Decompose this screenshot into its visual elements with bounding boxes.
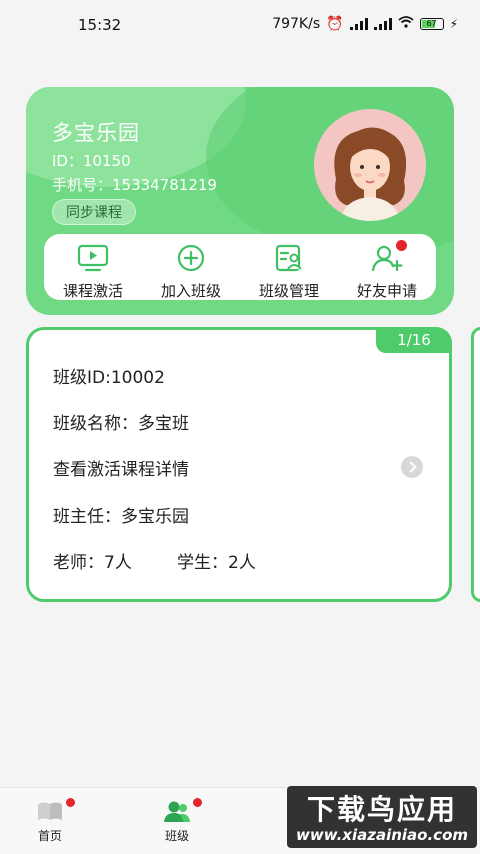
status-time: 15:32: [78, 16, 122, 34]
action-label: 好友申请: [356, 282, 417, 300]
profile-id: ID：10150: [52, 152, 131, 170]
charging-icon: ⚡: [449, 17, 458, 31]
class-id: 班级ID:10002: [53, 368, 165, 388]
teacher-count: 老师：7人: [53, 553, 132, 573]
plus-circle-icon: [175, 244, 207, 276]
watermark-title: 下载鸟应用: [306, 793, 457, 826]
chevron-right-icon[interactable]: [401, 456, 423, 478]
join-class-button[interactable]: 加入班级: [142, 234, 240, 300]
notification-dot: [66, 798, 75, 807]
alarm-icon: ⏰: [326, 16, 344, 32]
avatar[interactable]: [314, 109, 426, 221]
status-icons: 797K/s ⏰ 67 ⚡: [272, 16, 458, 32]
activation-details-link[interactable]: 查看激活课程详情: [53, 455, 189, 480]
course-activate-button[interactable]: 课程激活: [44, 234, 142, 300]
profile-card: 多宝乐园 ID：10150 手机号：15334781219 同步课程 课程激活: [26, 87, 454, 315]
action-label: 加入班级: [160, 282, 221, 300]
play-screen-icon: [77, 244, 109, 276]
action-label: 课程激活: [62, 282, 123, 300]
watermark-logo: 下载鸟应用 www.xiazainiao.com: [287, 786, 477, 848]
watermark-url: www.xiazainiao.com: [295, 826, 469, 844]
head-teacher: 班主任：多宝乐园: [53, 507, 189, 527]
class-manage-button[interactable]: 班级管理: [240, 234, 338, 300]
sync-course-button[interactable]: 同步课程: [52, 199, 136, 225]
page-indicator: 1/16: [376, 327, 452, 353]
nav-class[interactable]: 班级: [147, 798, 207, 844]
class-name: 班级名称：多宝班: [53, 414, 189, 434]
nav-label: 班级: [164, 829, 189, 843]
signal-icon: [373, 18, 392, 30]
status-bar: 15:32 797K/s ⏰ 67 ⚡: [0, 0, 480, 52]
friend-request-button[interactable]: 好友申请: [338, 234, 436, 300]
quick-actions: 课程激活 加入班级 班级管理 好友申请: [44, 234, 436, 300]
nav-home[interactable]: 首页: [20, 798, 80, 844]
network-speed: 797K/s: [272, 16, 321, 32]
nav-label: 首页: [37, 829, 62, 843]
action-label: 班级管理: [258, 282, 319, 300]
profile-phone: 手机号：15334781219: [52, 176, 217, 194]
student-count: 学生：2人: [177, 553, 256, 573]
class-card[interactable]: 1/16 班级ID:10002 班级名称：多宝班 查看激活课程详情 班主任：多宝…: [26, 327, 452, 602]
notification-dot: [193, 798, 202, 807]
notification-dot: [396, 240, 407, 251]
battery-icon: 67: [419, 18, 444, 30]
next-class-card-peek[interactable]: [471, 327, 480, 602]
class-manage-icon: [273, 244, 305, 276]
profile-name: 多宝乐园: [52, 121, 140, 145]
signal-icon: [349, 18, 368, 30]
wifi-icon: [397, 16, 414, 32]
